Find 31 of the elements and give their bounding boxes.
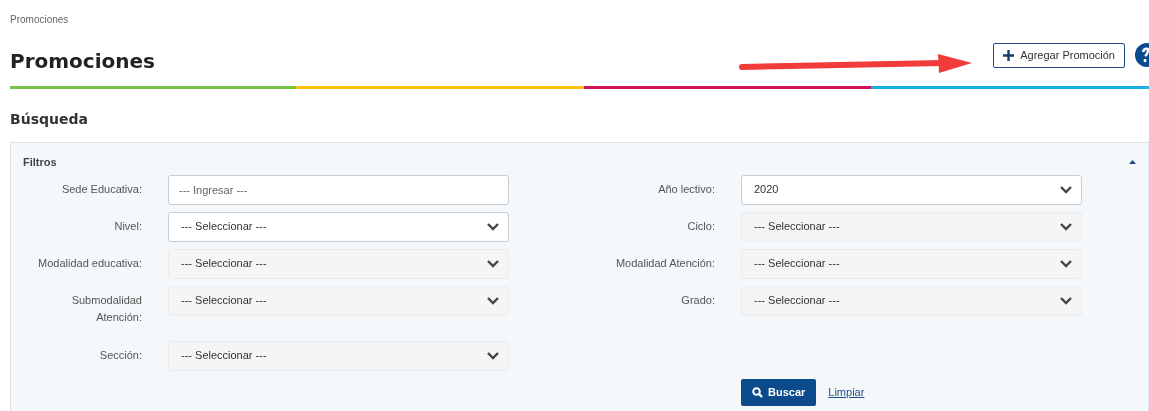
select-field[interactable]: --- Seleccionar ---	[168, 211, 509, 242]
chevron-down-icon	[486, 222, 500, 231]
page-title: Promociones	[10, 48, 155, 75]
field-label: Grado:	[680, 292, 715, 308]
clear-link[interactable]: Limpiar	[828, 383, 865, 401]
search-button[interactable]: Buscar	[741, 378, 817, 406]
select-field[interactable]: 2020	[741, 174, 1082, 205]
field-label: Sección:	[98, 347, 142, 363]
chevron-down-icon	[1059, 296, 1073, 305]
section-title: Búsqueda	[10, 110, 89, 129]
field-label: Modalidad Atención:	[614, 255, 715, 271]
breadcrumb[interactable]: Promociones	[10, 12, 1149, 27]
help-icon[interactable]	[1135, 43, 1149, 67]
field-label: Nivel:	[113, 218, 142, 234]
field-label: Ciclo:	[686, 218, 715, 234]
chevron-down-icon	[1059, 222, 1073, 231]
chevron-down-icon	[486, 259, 500, 268]
chevron-down-icon	[1059, 259, 1073, 268]
field-label: Submodalidad Atención:	[70, 292, 142, 325]
field-label: Sede Educativa:	[60, 181, 142, 197]
search-icon	[752, 386, 763, 398]
chevron-down-icon	[486, 351, 500, 360]
panel-title: Filtros	[23, 155, 57, 170]
plus-icon	[1003, 49, 1015, 61]
add-promotion-button[interactable]: Agregar Promoción	[993, 42, 1125, 68]
collapse-caret-icon[interactable]	[1129, 160, 1136, 165]
field-label: Año lectivo:	[657, 181, 715, 197]
text-input-field[interactable]: --- Ingresar ---	[168, 174, 509, 205]
chevron-down-icon	[1059, 185, 1073, 194]
chevron-down-icon	[486, 296, 500, 305]
field-label: Modalidad educativa:	[37, 255, 142, 271]
